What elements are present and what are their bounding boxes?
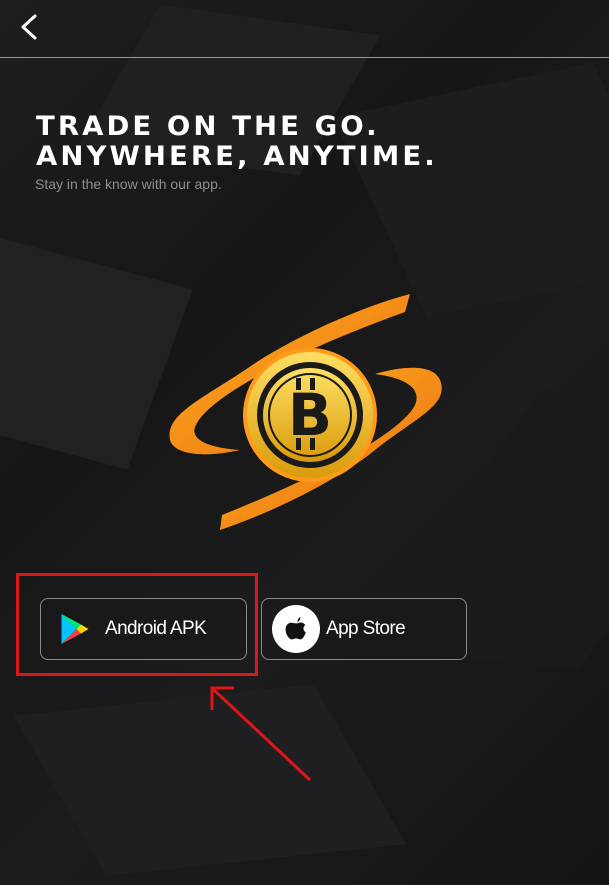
android-apk-label: Android APK — [105, 618, 207, 639]
page-subtitle: Stay in the know with our app. — [35, 176, 222, 192]
apple-icon-wrapper — [272, 605, 320, 653]
android-apk-button[interactable]: Android APK — [40, 598, 247, 660]
top-bar — [0, 0, 609, 58]
chevron-left-icon — [21, 14, 37, 40]
annotation-arrow — [210, 686, 312, 782]
page-title: TRADE ON THE GO. ANYWHERE, ANYTIME. — [36, 112, 587, 172]
bg-shard — [333, 62, 609, 318]
back-button[interactable] — [14, 12, 46, 44]
title-line-1: TRADE ON THE GO. — [36, 111, 380, 142]
google-play-icon — [51, 605, 99, 653]
app-store-label: App Store — [326, 618, 406, 639]
bitcoin-swoosh-logo: B — [169, 294, 442, 530]
apple-icon — [272, 605, 320, 653]
title-line-2: ANYWHERE, ANYTIME. — [36, 141, 438, 172]
app-store-button[interactable]: App Store — [261, 598, 467, 660]
